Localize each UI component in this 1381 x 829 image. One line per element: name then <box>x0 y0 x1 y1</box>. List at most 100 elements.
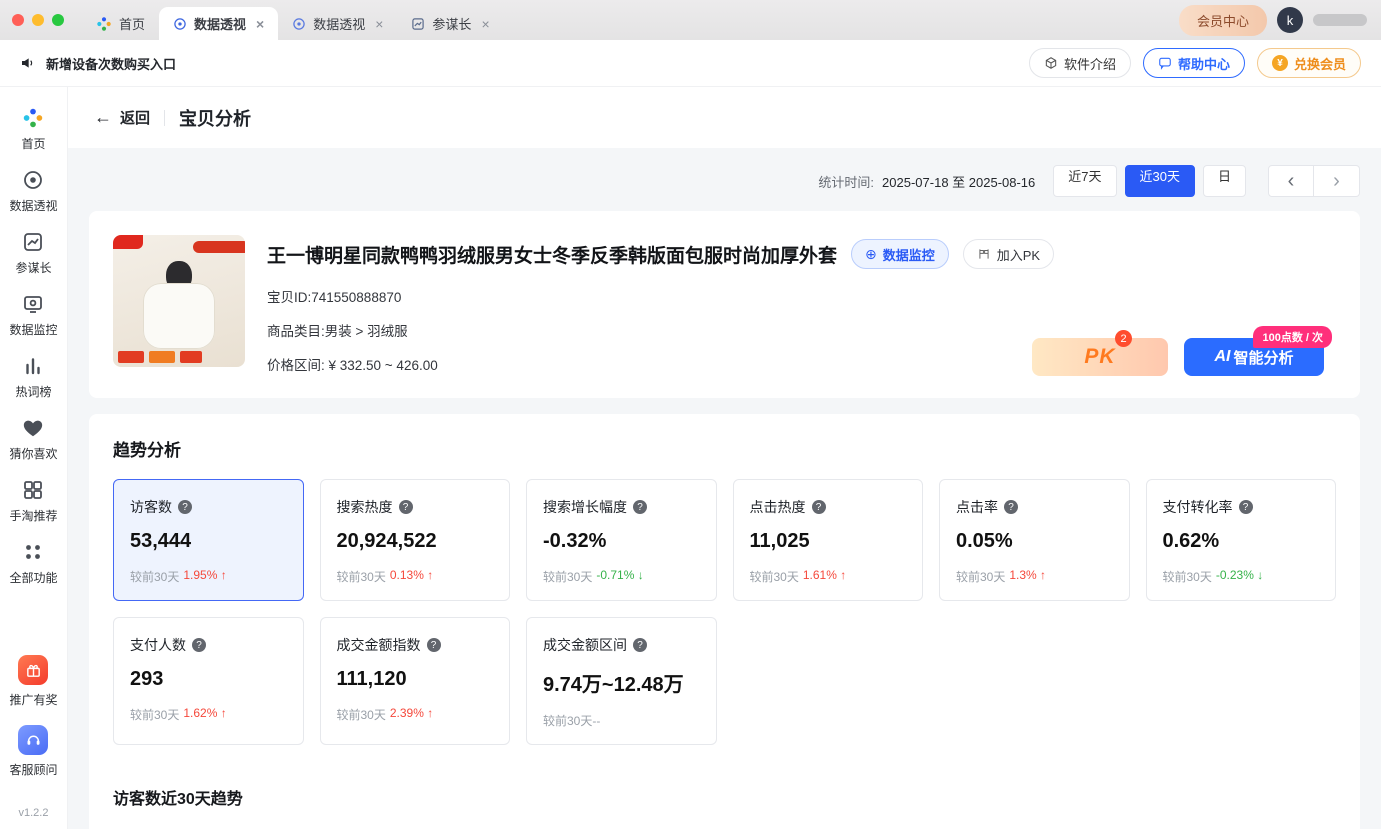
sidebar-item-all-features[interactable]: 全部功能 <box>9 541 57 586</box>
data-pivot-icon <box>292 17 306 31</box>
ai-analysis-label: 智能分析 <box>1233 347 1293 368</box>
help-icon[interactable]: ? <box>812 500 826 514</box>
help-icon[interactable]: ? <box>633 638 647 652</box>
product-actions: PK 2 AI 智能分析 100点数 / 次 <box>1032 338 1324 376</box>
help-center-button[interactable]: 帮助中心 <box>1143 48 1245 78</box>
software-icon <box>1044 56 1058 70</box>
metric-delta-label: 较前30天 <box>130 568 179 585</box>
metric-delta-label: 较前30天-- <box>543 712 600 729</box>
data-monitor-label: 数据监控 <box>883 245 935 264</box>
metric-delta-value: 2.39% ↑ <box>390 706 433 723</box>
join-pk-button[interactable]: 加入PK <box>963 239 1054 269</box>
metric-delta-label: 较前30天 <box>750 568 799 585</box>
window-controls <box>12 14 64 26</box>
metric-label: 点击热度 <box>750 497 806 517</box>
headset-icon <box>18 725 48 755</box>
sidebar-item-hot-words[interactable]: 热词榜 <box>15 355 51 400</box>
tab-home[interactable]: 首页 <box>82 7 159 40</box>
help-icon[interactable]: ? <box>399 500 413 514</box>
join-pk-label: 加入PK <box>997 245 1040 264</box>
metric-delta-value: 1.62% ↑ <box>183 706 226 723</box>
product-image <box>113 235 245 367</box>
sidebar-item-home[interactable]: 首页 <box>21 107 45 152</box>
redeem-member-label: 兑换会员 <box>1294 54 1346 73</box>
page-title: 宝贝分析 <box>179 105 251 131</box>
help-icon[interactable]: ? <box>1239 500 1253 514</box>
window-minimize-button[interactable] <box>32 14 44 26</box>
product-category-line: 商品类目:男装 > 羽绒服 <box>267 320 1336 340</box>
metric-card-click-heat[interactable]: 点击热度? 11,025 较前30天1.61% ↑ <box>733 479 924 601</box>
help-icon[interactable]: ? <box>1004 500 1018 514</box>
sidebar-item-label: 全部功能 <box>9 569 57 586</box>
metric-card-visitors[interactable]: 访客数? 53,444 较前30天1.95% ↑ <box>113 479 304 601</box>
monitor-icon <box>22 293 44 315</box>
metric-value: 0.05% <box>956 530 1113 553</box>
metric-card-click-rate[interactable]: 点击率? 0.05% 较前30天1.3% ↑ <box>939 479 1130 601</box>
ai-analysis-button[interactable]: AI 智能分析 100点数 / 次 <box>1184 338 1324 376</box>
sidebar-item-label: 首页 <box>21 135 45 152</box>
tab-close-icon[interactable]: × <box>481 17 489 31</box>
back-arrow-icon: ← <box>94 107 112 128</box>
filter-row: 统计时间: 2025-07-18 至 2025-08-16 近7天 近30天 日… <box>89 165 1360 197</box>
range-30d-button[interactable]: 近30天 <box>1125 165 1195 197</box>
help-icon[interactable]: ? <box>178 500 192 514</box>
sidebar-item-label: 手淘推荐 <box>9 507 57 524</box>
tab-close-icon[interactable]: × <box>256 17 264 31</box>
chat-bubble-icon <box>1158 56 1172 70</box>
back-button[interactable]: ← 返回 <box>94 107 150 128</box>
member-center-button[interactable]: 会员中心 <box>1179 5 1267 36</box>
pk-count-badge: 2 <box>1115 330 1132 347</box>
metric-label: 访客数 <box>130 497 172 517</box>
notice-actions: 软件介绍 帮助中心 ¥ 兑换会员 <box>1029 48 1361 78</box>
prev-page-button[interactable]: ‹ <box>1268 165 1314 197</box>
metric-value: 9.74万~12.48万 <box>543 668 700 697</box>
strategist-icon <box>22 231 44 253</box>
tab-close-icon[interactable]: × <box>375 17 383 31</box>
metric-card-search-growth[interactable]: 搜索增长幅度? -0.32% 较前30天-0.71% ↓ <box>526 479 717 601</box>
metric-card-gmv-index[interactable]: 成交金额指数? 111,120 较前30天2.39% ↑ <box>320 617 511 745</box>
sidebar-item-shoutao-recommend[interactable]: 手淘推荐 <box>9 479 57 524</box>
window-zoom-button[interactable] <box>52 14 64 26</box>
data-pivot-icon <box>22 169 44 191</box>
metric-delta-value: -0.71% ↓ <box>596 568 643 585</box>
metric-delta-label: 较前30天 <box>337 706 386 723</box>
metric-card-pay-users[interactable]: 支付人数? 293 较前30天1.62% ↑ <box>113 617 304 745</box>
help-icon[interactable]: ? <box>427 638 441 652</box>
range-day-button[interactable]: 日 <box>1203 165 1246 197</box>
redeem-member-button[interactable]: ¥ 兑换会员 <box>1257 48 1361 78</box>
window-close-button[interactable] <box>12 14 24 26</box>
metric-card-pay-conversion[interactable]: 支付转化率? 0.62% 较前30天-0.23% ↓ <box>1146 479 1337 601</box>
tab-strategist[interactable]: 参谋长 × <box>397 7 503 40</box>
pk-button[interactable]: PK 2 <box>1032 338 1168 376</box>
metric-card-search-heat[interactable]: 搜索热度? 20,924,522 较前30天0.13% ↑ <box>320 479 511 601</box>
sidebar-item-label: 参谋长 <box>15 259 51 276</box>
software-intro-button[interactable]: 软件介绍 <box>1029 48 1131 78</box>
tab-data-pivot-1[interactable]: 数据透视 × <box>159 7 278 40</box>
app-logo-icon <box>22 107 44 129</box>
metric-delta-label: 较前30天 <box>130 706 179 723</box>
date-pager: ‹ › <box>1268 165 1360 197</box>
sidebar-item-data-monitor[interactable]: 数据监控 <box>9 293 57 338</box>
back-label: 返回 <box>120 107 150 128</box>
tab-data-pivot-2[interactable]: 数据透视 × <box>278 7 397 40</box>
metric-delta-value: 1.3% ↑ <box>1009 568 1046 585</box>
sidebar-item-data-pivot[interactable]: 数据透视 <box>9 169 57 214</box>
plus-circle-icon: ⊕ <box>865 246 877 263</box>
sidebar-item-guess-you-like[interactable]: 猜你喜欢 <box>9 417 57 462</box>
avatar[interactable]: k <box>1277 7 1303 33</box>
sidebar-item-strategist[interactable]: 参谋长 <box>15 231 51 276</box>
metric-value: 20,924,522 <box>337 530 494 553</box>
metric-delta-value: 1.95% ↑ <box>183 568 226 585</box>
metric-card-gmv-range[interactable]: 成交金额区间? 9.74万~12.48万 较前30天-- <box>526 617 717 745</box>
sidebar-item-support[interactable]: 客服顾问 <box>9 725 57 778</box>
pk-label: PK <box>1084 345 1115 369</box>
next-page-button[interactable]: › <box>1314 165 1360 197</box>
help-icon[interactable]: ? <box>633 500 647 514</box>
metric-value: 11,025 <box>750 530 907 553</box>
data-monitor-button[interactable]: ⊕ 数据监控 <box>851 239 949 269</box>
image-ribbon <box>193 241 245 253</box>
sidebar-item-promo-reward[interactable]: 推广有奖 <box>9 655 57 708</box>
help-icon[interactable]: ? <box>192 638 206 652</box>
range-7d-button[interactable]: 近7天 <box>1053 165 1116 197</box>
visitors-trend-heading: 访客数近30天趋势 <box>113 785 1336 809</box>
